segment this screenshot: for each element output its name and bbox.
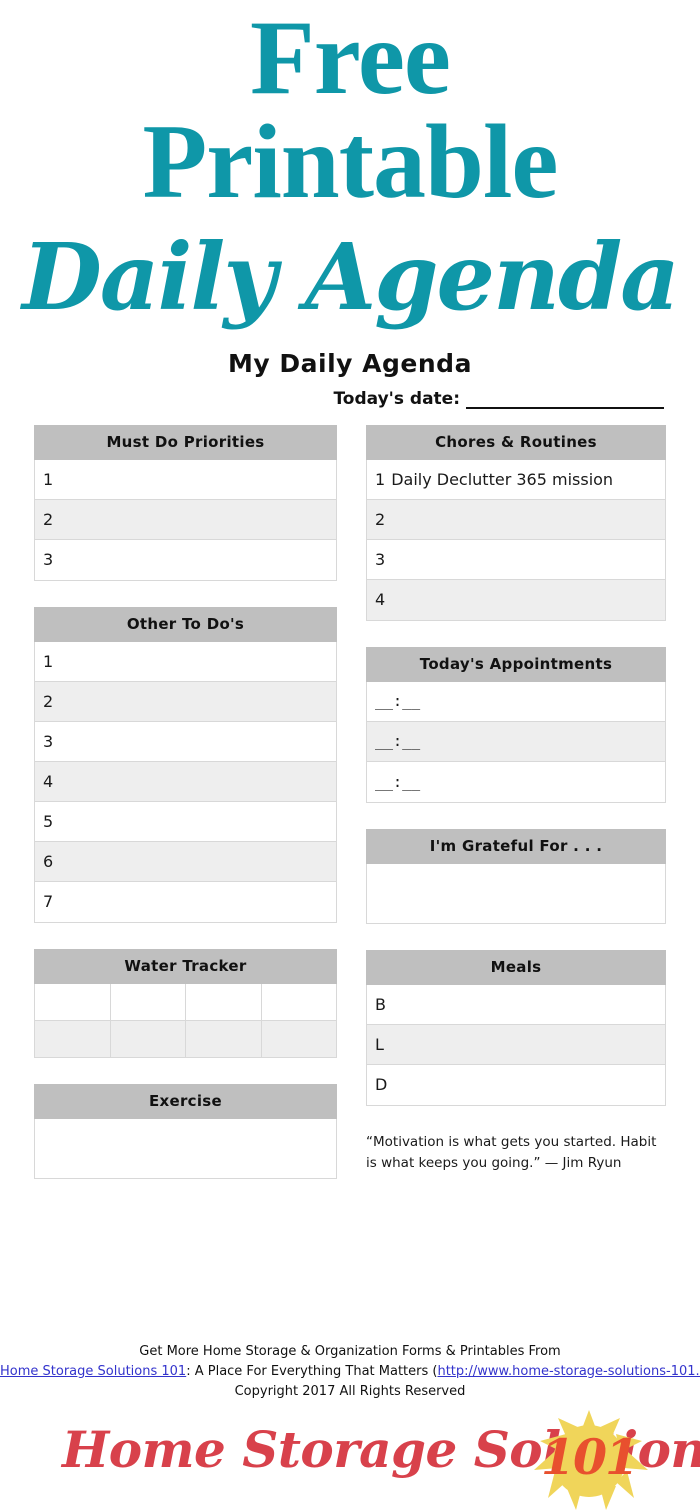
footer-copyright: Copyright 2017 All Rights Reserved xyxy=(234,1383,466,1399)
row-number: 6 xyxy=(43,851,54,871)
hero-script-daily-agenda: Daily Agenda xyxy=(22,222,680,331)
section-meals: Meals B L D xyxy=(366,949,666,1106)
grateful-input[interactable] xyxy=(366,863,666,924)
appointment-time-field[interactable]: __:__ xyxy=(375,692,420,710)
date-input[interactable] xyxy=(466,392,664,409)
hero-line-printable: Printable xyxy=(142,102,559,220)
water-checkbox[interactable] xyxy=(262,1021,337,1057)
water-checkbox[interactable] xyxy=(35,1020,111,1057)
appointment-time-field[interactable]: __:__ xyxy=(375,773,420,791)
row-number: 7 xyxy=(43,892,54,912)
row-number: 1 xyxy=(375,469,386,489)
section-todays-appointments: Today's Appointments __:__ __:__ __:__ xyxy=(366,646,666,803)
row-number: 5 xyxy=(43,811,54,831)
table-row[interactable]: 4 xyxy=(35,761,336,802)
table-row[interactable]: D xyxy=(367,1065,665,1105)
site-url-link[interactable]: http://www.home-storage-solutions-101.co… xyxy=(437,1364,700,1379)
appointments-rows: __:__ __:__ __:__ xyxy=(366,681,666,803)
water-checkbox[interactable] xyxy=(186,983,262,1020)
site-tagline: : A Place For Everything That Matters ( xyxy=(186,1363,438,1379)
row-number: 4 xyxy=(43,771,54,791)
other-todo-rows: 1 2 3 4 5 6 7 xyxy=(34,641,337,923)
meals-rows: B L D xyxy=(366,984,666,1106)
footer-line-promo: Get More Home Storage & Organization For… xyxy=(139,1343,561,1359)
table-row[interactable]: 5 xyxy=(35,802,336,842)
site-logo: Home Storage Solutions 101 xyxy=(0,1406,700,1510)
logo-badge-101: 101 xyxy=(540,1428,639,1486)
water-tracker-row xyxy=(35,1020,337,1057)
section-water-tracker: Water Tracker xyxy=(34,948,337,1058)
must-do-rows: 1 2 3 xyxy=(34,459,337,581)
section-must-do-priorities: Must Do Priorities 1 2 3 xyxy=(34,424,337,581)
section-exercise: Exercise xyxy=(34,1083,337,1179)
table-row[interactable]: B xyxy=(367,985,665,1025)
hero-line-free: Free xyxy=(250,0,451,116)
table-row[interactable]: 1 Daily Declutter 365 mission xyxy=(367,460,665,500)
row-number: 3 xyxy=(43,550,54,570)
table-row[interactable]: 3 xyxy=(35,722,336,762)
row-number: 2 xyxy=(375,509,386,529)
exercise-input[interactable] xyxy=(34,1118,337,1179)
section-header-water-tracker: Water Tracker xyxy=(34,948,337,984)
water-checkbox[interactable] xyxy=(111,983,186,1020)
table-row[interactable]: __:__ xyxy=(367,721,665,762)
table-row[interactable]: __:__ xyxy=(367,682,665,722)
section-header-must-do-priorities: Must Do Priorities xyxy=(34,424,337,460)
date-label: Today's date: xyxy=(333,388,460,409)
hero-title-block: Free Printable Daily Agenda xyxy=(0,0,700,335)
water-tracker-grid xyxy=(34,983,337,1058)
row-value[interactable]: Daily Declutter 365 mission xyxy=(391,470,613,489)
left-column: Must Do Priorities 1 2 3 Other To Do's 1… xyxy=(34,424,337,1205)
table-row[interactable]: __:__ xyxy=(367,762,665,802)
row-number: 1 xyxy=(43,469,54,489)
form-body: Must Do Priorities 1 2 3 Other To Do's 1… xyxy=(0,424,700,1205)
table-row[interactable]: 3 xyxy=(35,540,336,580)
section-header-im-grateful-for: I'm Grateful For . . . xyxy=(366,828,666,864)
table-row[interactable]: 1 xyxy=(35,642,336,682)
motivational-quote: “Motivation is what gets you started. Ha… xyxy=(366,1133,657,1171)
footer-line-site: Home Storage Solutions 101: A Place For … xyxy=(0,1362,700,1382)
row-number: 2 xyxy=(43,691,54,711)
section-header-chores-routines: Chores & Routines xyxy=(366,424,666,460)
table-row[interactable]: 7 xyxy=(35,882,336,922)
water-checkbox[interactable] xyxy=(35,983,111,1020)
row-number: D xyxy=(375,1075,388,1095)
row-number: 3 xyxy=(43,731,54,751)
water-checkbox[interactable] xyxy=(111,1020,186,1057)
row-number: 1 xyxy=(43,651,54,671)
section-header-other-to-dos: Other To Do's xyxy=(34,606,337,642)
section-im-grateful-for: I'm Grateful For . . . xyxy=(366,828,666,924)
section-other-to-dos: Other To Do's 1 2 3 4 5 6 7 xyxy=(34,606,337,923)
right-column: Chores & Routines 1 Daily Declutter 365 … xyxy=(366,424,666,1174)
row-number: B xyxy=(375,994,386,1014)
site-name-link[interactable]: Home Storage Solutions 101 xyxy=(0,1364,186,1379)
footer: Get More Home Storage & Organization For… xyxy=(0,1342,700,1510)
section-header-meals: Meals xyxy=(366,949,666,985)
table-row[interactable]: 3 xyxy=(367,540,665,580)
water-checkbox[interactable] xyxy=(186,1020,262,1057)
table-row[interactable]: 2 xyxy=(35,681,336,722)
section-header-todays-appointments: Today's Appointments xyxy=(366,646,666,682)
table-row[interactable]: 1 xyxy=(35,460,336,500)
table-row[interactable]: 2 xyxy=(367,499,665,540)
water-tracker-row xyxy=(35,983,337,1021)
table-row[interactable]: 6 xyxy=(35,841,336,882)
section-header-exercise: Exercise xyxy=(34,1083,337,1119)
table-row[interactable]: 2 xyxy=(35,499,336,540)
water-checkbox[interactable] xyxy=(262,984,337,1020)
page-title: My Daily Agenda xyxy=(228,348,472,378)
table-row[interactable]: 4 xyxy=(367,579,665,620)
table-row[interactable]: L xyxy=(367,1024,665,1065)
appointment-time-field[interactable]: __:__ xyxy=(375,732,420,750)
row-number: 2 xyxy=(43,509,54,529)
section-chores-routines: Chores & Routines 1 Daily Declutter 365 … xyxy=(366,424,666,621)
row-number: 4 xyxy=(375,590,386,610)
row-number: L xyxy=(375,1034,384,1054)
row-number: 3 xyxy=(375,549,386,569)
date-row: Today's date: xyxy=(0,389,700,409)
chores-rows: 1 Daily Declutter 365 mission 2 3 4 xyxy=(366,459,666,621)
